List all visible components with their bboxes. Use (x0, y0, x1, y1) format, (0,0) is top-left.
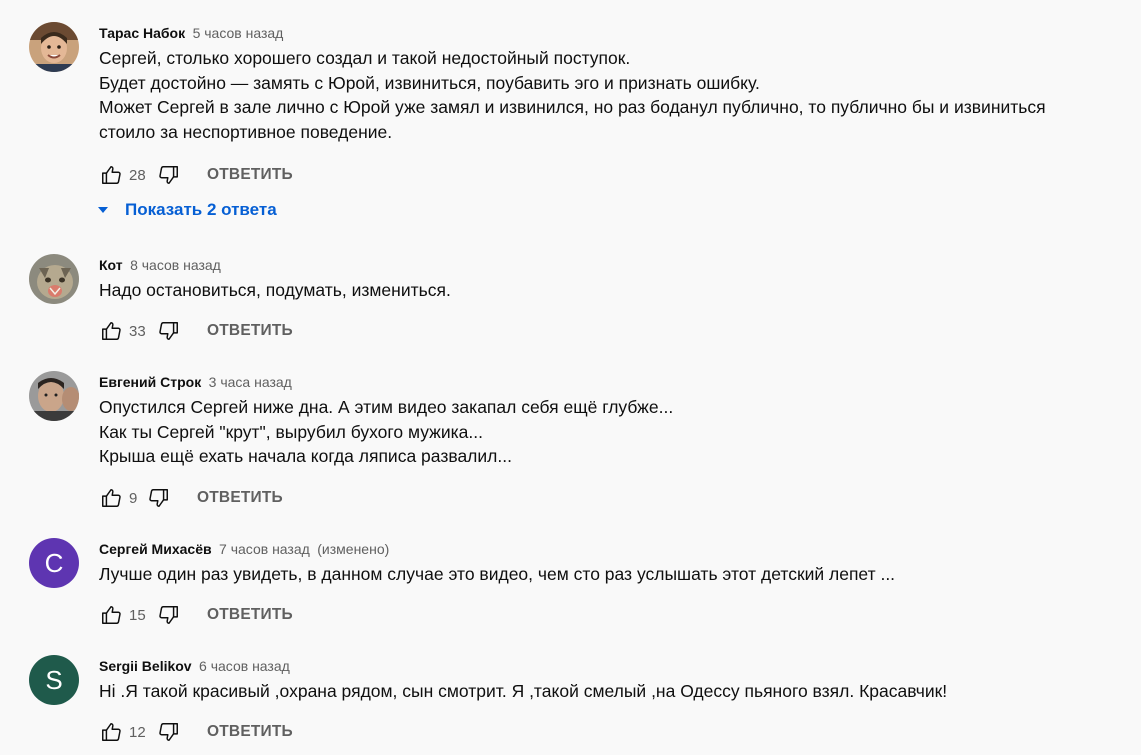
comment-body: Евгений Строк 3 часа назад Опустился Сер… (99, 371, 1121, 507)
avatar[interactable] (29, 371, 79, 421)
like-count: 15 (129, 606, 146, 624)
like-count: 12 (129, 723, 146, 741)
comment-timestamp[interactable]: 6 часов назад (199, 658, 290, 674)
comment-author[interactable]: Sergii Belikov (99, 658, 192, 674)
show-replies-button[interactable]: Показать 2 ответа (95, 198, 277, 222)
comment-body: Сергей Михасёв 7 часов назад (изменено) … (99, 538, 1121, 624)
reply-button[interactable]: ОТВЕТИТЬ (207, 322, 293, 340)
comment-author[interactable]: Сергей Михасёв (99, 541, 212, 557)
comment-text: Опустился Сергей ниже дна. А этим видео … (99, 397, 674, 466)
thumb-down-icon[interactable] (147, 486, 171, 510)
reply-button[interactable]: ОТВЕТИТЬ (197, 489, 283, 507)
reply-button[interactable]: ОТВЕТИТЬ (207, 166, 293, 184)
comment-body: Кот 8 часов назад Надо остановиться, под… (99, 254, 1121, 340)
comment-author[interactable]: Евгений Строк (99, 374, 201, 390)
comment-author[interactable]: Тарас Набок (99, 25, 185, 41)
thumb-down-icon[interactable] (157, 720, 181, 744)
reply-button[interactable]: ОТВЕТИТЬ (207, 723, 293, 741)
avatar-letter: S (45, 665, 63, 695)
reply-button[interactable]: ОТВЕТИТЬ (207, 606, 293, 624)
comment-actions: 33 ОТВЕТИТЬ (99, 317, 293, 345)
show-replies-label: Показать 2 ответа (125, 200, 277, 219)
like-count: 33 (129, 322, 146, 340)
avatar[interactable]: С (29, 538, 79, 588)
comment-text: Надо остановиться, подумать, измениться. (99, 280, 451, 300)
thumb-up-icon[interactable] (99, 163, 123, 187)
thumb-up-icon[interactable] (99, 486, 123, 510)
thumb-up-icon[interactable] (99, 720, 123, 744)
thumb-down-icon[interactable] (157, 603, 181, 627)
thumb-up-icon[interactable] (99, 319, 123, 343)
comment-actions: 9 ОТВЕТИТЬ (99, 484, 283, 512)
comment-actions: 15 ОТВЕТИТЬ (99, 601, 293, 629)
comment-timestamp[interactable]: 3 часа назад (209, 374, 292, 390)
thumb-down-icon[interactable] (157, 319, 181, 343)
avatar[interactable] (29, 22, 79, 72)
comment-timestamp[interactable]: 5 часов назад (193, 25, 284, 41)
comment-text: Сергей, столько хорошего создал и такой … (99, 48, 1046, 142)
comment-body: Sergii Belikov 6 часов назад Ні .Я такой… (99, 655, 1121, 741)
comment-actions: 12 ОТВЕТИТЬ (99, 718, 293, 746)
comment-author[interactable]: Кот (99, 257, 123, 273)
comment-text: Лучше один раз увидеть, в данном случае … (99, 564, 896, 584)
comment-actions: 28 ОТВЕТИТЬ (99, 161, 293, 189)
comment-timestamp[interactable]: 8 часов назад (130, 257, 221, 273)
thumb-up-icon[interactable] (99, 603, 123, 627)
like-count: 28 (129, 166, 146, 184)
avatar[interactable] (29, 254, 79, 304)
comment-text: Ні .Я такой красивый ,охрана рядом, сын … (99, 681, 948, 701)
avatar[interactable]: S (29, 655, 79, 705)
comment-timestamp[interactable]: 7 часов назад (219, 541, 310, 557)
edited-label: (изменено) (317, 541, 390, 557)
comment-body: Тарас Набок 5 часов назад Сергей, стольк… (99, 22, 1121, 184)
caret-down-icon (98, 207, 108, 213)
like-count: 9 (129, 489, 138, 507)
comments-section: Тарас Набок 5 часов назад Сергей, стольк… (0, 0, 1141, 755)
avatar-letter: С (44, 548, 64, 578)
thumb-down-icon[interactable] (157, 163, 181, 187)
